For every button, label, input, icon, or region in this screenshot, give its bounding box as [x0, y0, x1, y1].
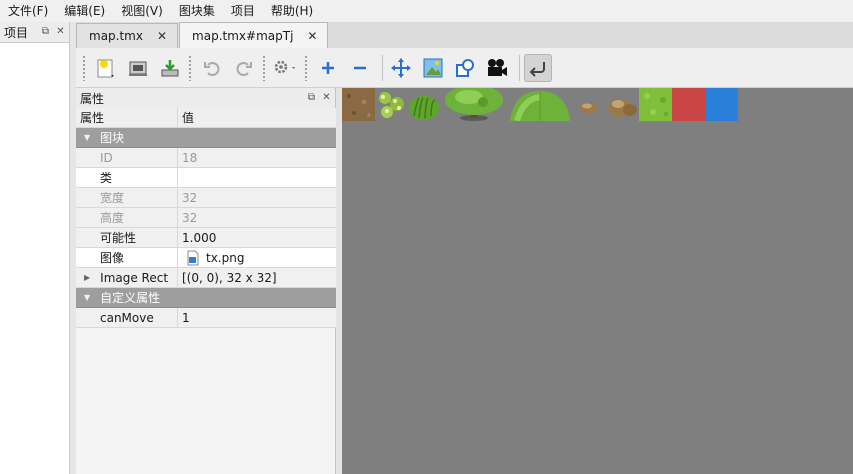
property-name: Image Rect	[100, 270, 169, 285]
menu-edit[interactable]: 编辑(E)	[56, 0, 113, 22]
close-icon[interactable]: ✕	[54, 26, 67, 39]
group-label: 图块	[100, 131, 125, 145]
projects-dock-header: 项目 ⧉ ✕	[0, 22, 69, 42]
image-file-name: tx.png	[206, 250, 245, 265]
toolbar-separator	[519, 54, 520, 81]
property-name: 可能性	[76, 228, 178, 247]
property-name: canMove	[76, 308, 178, 327]
toolbar-grip[interactable]	[262, 54, 266, 81]
group-custom-properties[interactable]: ▼ 自定义属性	[76, 288, 336, 308]
tile-blue[interactable]	[705, 88, 738, 121]
toolbar-grip[interactable]	[82, 54, 86, 81]
projects-dock: 项目 ⧉ ✕	[0, 22, 70, 474]
properties-table-header: 属性 值	[76, 108, 336, 128]
menu-file[interactable]: 文件(F)	[0, 0, 56, 22]
property-row-height: 高度 32	[76, 208, 336, 228]
property-name: 图像	[76, 248, 178, 267]
tileset-toolbar	[76, 48, 853, 88]
projects-dock-title: 项目	[4, 25, 29, 40]
property-row-probability[interactable]: 可能性 1.000	[76, 228, 336, 248]
property-row-image[interactable]: 图像 tx.png	[76, 248, 336, 268]
column-header-name[interactable]: 属性	[76, 108, 178, 127]
export-icon[interactable]	[156, 54, 184, 82]
open-icon[interactable]	[124, 54, 152, 82]
undo-icon[interactable]	[198, 54, 226, 82]
properties-dock-title: 属性	[80, 91, 105, 106]
float-icon[interactable]: ⧉	[39, 26, 52, 39]
animation-icon[interactable]	[483, 54, 511, 82]
tile-small-rock[interactable]	[573, 88, 606, 121]
property-value: 18	[182, 150, 198, 165]
property-value[interactable]: 1.000	[178, 228, 336, 247]
menu-view[interactable]: 视图(V)	[113, 0, 171, 22]
property-value: 32	[182, 190, 198, 205]
property-name: 类	[76, 168, 178, 187]
properties-dock-header: 属性 ⧉ ✕	[76, 88, 335, 108]
tile-red[interactable]	[672, 88, 705, 121]
collapse-arrow-icon[interactable]: ▼	[84, 133, 90, 142]
close-icon[interactable]: ✕	[307, 29, 317, 43]
projects-tree[interactable]	[0, 42, 69, 474]
new-tileset-icon[interactable]	[92, 54, 120, 82]
property-row-image-rect[interactable]: ▶ Image Rect [(0, 0), 32 x 32]	[76, 268, 336, 288]
edit-image-icon[interactable]	[419, 54, 447, 82]
property-name: 高度	[76, 208, 178, 227]
close-icon[interactable]: ✕	[157, 29, 167, 43]
tileset-settings-icon[interactable]	[272, 54, 300, 82]
property-name: ID	[76, 148, 178, 167]
tile-rocks[interactable]	[606, 88, 639, 121]
menu-tileset[interactable]: 图块集	[171, 0, 223, 22]
group-label: 自定义属性	[100, 291, 161, 305]
toolbar-separator	[382, 54, 383, 81]
tab-label: map.tmx	[89, 29, 143, 43]
tileset-view[interactable]	[342, 88, 853, 474]
tile-strip	[342, 88, 738, 121]
property-row-class[interactable]: 类	[76, 168, 336, 188]
document-tabs: map.tmx ✕ map.tmx#mapTj ✕	[76, 22, 853, 48]
menu-bar: 文件(F) 编辑(E) 视图(V) 图块集 项目 帮助(H)	[0, 0, 853, 22]
redo-icon[interactable]	[230, 54, 258, 82]
menu-help[interactable]: 帮助(H)	[263, 0, 321, 22]
add-tile-icon[interactable]	[314, 54, 342, 82]
toolbar-grip[interactable]	[188, 54, 192, 81]
tab-map-tmx-mapTj[interactable]: map.tmx#mapTj ✕	[179, 22, 329, 48]
collapse-arrow-icon[interactable]: ▼	[84, 293, 90, 302]
property-value: 32	[182, 210, 198, 225]
property-value[interactable]	[178, 168, 336, 187]
property-value: [(0, 0), 32 x 32]	[182, 270, 277, 285]
property-row-id: ID 18	[76, 148, 336, 168]
property-row-canmove[interactable]: canMove 1	[76, 308, 336, 328]
property-value[interactable]: 1	[178, 308, 336, 327]
tile-tree[interactable]	[441, 88, 507, 121]
toolbar-grip[interactable]	[304, 54, 308, 81]
tile-tree-crown[interactable]	[507, 88, 573, 121]
expand-arrow-icon[interactable]: ▶	[84, 273, 90, 282]
dynamic-wrapping-icon[interactable]	[524, 53, 552, 82]
rearrange-tiles-icon[interactable]	[387, 54, 415, 82]
remove-tile-icon[interactable]	[346, 54, 374, 82]
tile-dirt[interactable]	[342, 88, 375, 121]
properties-dock: 属性 ⧉ ✕ 属性 值 ▼ 图块 ID 18 类 宽度 32 高度 32 可能性 …	[76, 88, 336, 474]
property-name: 宽度	[76, 188, 178, 207]
tile-grass[interactable]	[639, 88, 672, 121]
property-row-width: 宽度 32	[76, 188, 336, 208]
tile-bush[interactable]	[408, 88, 441, 121]
group-tile[interactable]: ▼ 图块	[76, 128, 336, 148]
tab-label: map.tmx#mapTj	[192, 28, 294, 43]
edit-collision-icon[interactable]	[451, 54, 479, 82]
tab-map-tmx[interactable]: map.tmx ✕	[76, 23, 179, 48]
properties-table: 属性 值 ▼ 图块 ID 18 类 宽度 32 高度 32 可能性 1.000 图…	[76, 108, 336, 328]
column-header-value[interactable]: 值	[178, 108, 336, 127]
tile-flowers[interactable]	[375, 88, 408, 121]
image-file-icon	[187, 250, 199, 265]
float-icon[interactable]: ⧉	[305, 92, 318, 105]
close-icon[interactable]: ✕	[320, 92, 333, 105]
menu-project[interactable]: 项目	[223, 0, 263, 22]
property-value-image[interactable]: tx.png	[178, 248, 336, 267]
